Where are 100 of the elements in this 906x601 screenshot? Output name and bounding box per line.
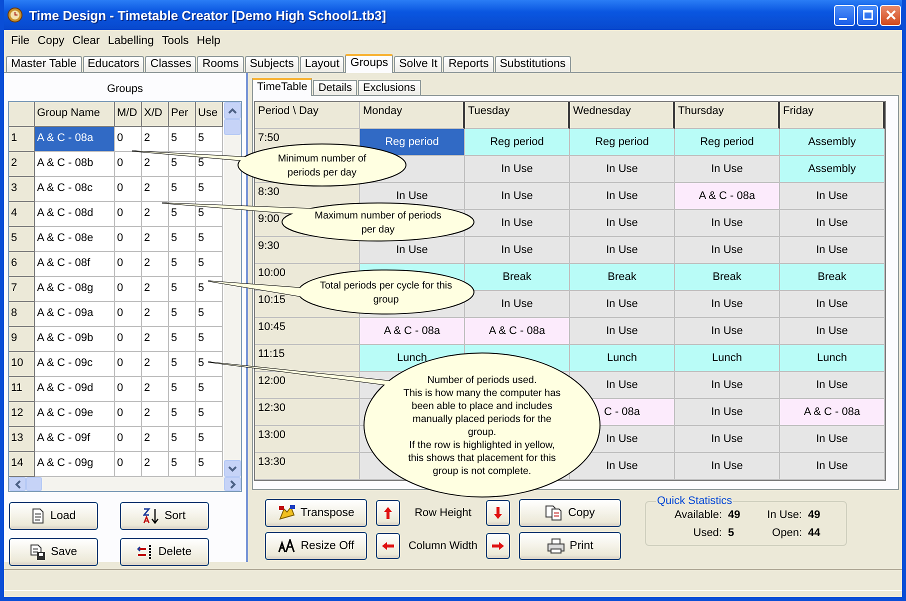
timetable-cell[interactable]: In Use (780, 237, 885, 264)
timetable-cell[interactable]: In Use (465, 183, 570, 210)
action-button[interactable]: Save (9, 538, 98, 566)
column-header[interactable]: M/D (115, 102, 142, 127)
timetable-cell[interactable]: In Use (675, 210, 780, 237)
timetable-cell[interactable]: In Use (780, 426, 885, 453)
column-header[interactable]: Tuesday (465, 102, 570, 129)
timetable-cell[interactable]: In Use (570, 210, 675, 237)
column-header[interactable]: Thursday (675, 102, 780, 129)
tab[interactable]: Substitutions (494, 56, 571, 72)
menu-item[interactable]: Tools (158, 35, 193, 47)
scroll-right-icon[interactable] (224, 477, 241, 491)
resize-button[interactable]: Resize Off (265, 532, 367, 560)
up-arrow-button[interactable] (376, 500, 400, 526)
scroll-thumb[interactable] (224, 119, 241, 135)
timetable-cell[interactable]: In Use (570, 453, 675, 480)
timetable-cell[interactable]: Assembly (780, 129, 885, 156)
timetable-cell[interactable]: In Use (675, 318, 780, 345)
scroll-left-icon[interactable] (9, 477, 26, 491)
timetable-cell[interactable]: In Use (570, 318, 675, 345)
timetable-cell[interactable]: Break (675, 264, 780, 291)
copy-button[interactable]: Copy (519, 499, 621, 527)
timetable-cell[interactable]: In Use (675, 237, 780, 264)
right-arrow-button[interactable] (486, 533, 510, 559)
transpose-button[interactable]: Transpose (265, 499, 367, 527)
action-button[interactable]: Delete (120, 538, 209, 566)
table-cell[interactable]: A & C - 09e (35, 402, 115, 427)
tab[interactable]: Master Table (6, 56, 82, 72)
column-header[interactable]: Group Name (35, 102, 115, 127)
table-cell[interactable]: A & C - 08d (35, 202, 115, 227)
close-button[interactable] (880, 4, 901, 26)
menu-item[interactable]: Help (192, 35, 224, 47)
timetable-cell[interactable]: In Use (780, 291, 885, 318)
timetable-cell[interactable]: Reg period (570, 129, 675, 156)
scroll-up-icon[interactable] (224, 102, 241, 119)
action-button[interactable]: Sort (120, 502, 209, 530)
table-cell[interactable]: A & C - 08a (35, 127, 115, 152)
column-header[interactable]: Wednesday (570, 102, 675, 129)
table-cell[interactable]: A & C - 08g (35, 277, 115, 302)
timetable-cell[interactable]: In Use (465, 291, 570, 318)
timetable-cell[interactable]: In Use (780, 372, 885, 399)
timetable-cell[interactable]: In Use (570, 237, 675, 264)
tab[interactable]: Reports (443, 56, 494, 72)
tab[interactable]: Rooms (197, 56, 244, 72)
timetable-cell[interactable]: In Use (780, 183, 885, 210)
column-header[interactable]: X/D (142, 102, 169, 127)
timetable-cell[interactable]: In Use (675, 291, 780, 318)
minimize-button[interactable] (834, 4, 855, 26)
timetable-cell[interactable]: In Use (570, 156, 675, 183)
menu-item[interactable]: Labelling (104, 35, 158, 47)
timetable-cell[interactable]: In Use (570, 291, 675, 318)
timetable-cell[interactable]: In Use (675, 156, 780, 183)
tab[interactable]: Details (313, 80, 357, 95)
horizontal-scrollbar[interactable] (9, 477, 241, 491)
timetable-cell[interactable]: In Use (465, 210, 570, 237)
column-header[interactable]: Friday (780, 102, 885, 129)
column-header[interactable]: Per (169, 102, 196, 127)
timetable-cell[interactable]: A & C - 08a (465, 318, 570, 345)
table-cell[interactable]: A & C - 08f (35, 252, 115, 277)
timetable-cell[interactable]: In Use (465, 156, 570, 183)
timetable-cell[interactable]: In Use (780, 318, 885, 345)
timetable-cell[interactable]: Lunch (675, 345, 780, 372)
table-cell[interactable]: A & C - 08b (35, 152, 115, 177)
action-button[interactable]: Load (9, 502, 98, 530)
tab[interactable]: Exclusions (358, 80, 421, 95)
timetable-cell[interactable]: In Use (780, 210, 885, 237)
table-cell[interactable]: A & C - 09f (35, 427, 115, 452)
timetable-cell[interactable]: Lunch (780, 345, 885, 372)
tab[interactable]: Layout (300, 56, 344, 72)
timetable-cell[interactable]: Break (570, 264, 675, 291)
table-cell[interactable]: A & C - 09b (35, 327, 115, 352)
timetable-cell[interactable]: Assembly (780, 156, 885, 183)
menu-item[interactable]: Copy (34, 35, 68, 47)
table-cell[interactable]: A & C - 09c (35, 352, 115, 377)
tab[interactable]: Groups (345, 54, 394, 73)
timetable-cell[interactable]: A & C - 08a (780, 399, 885, 426)
timetable-cell[interactable]: Lunch (570, 345, 675, 372)
timetable-cell[interactable]: In Use (675, 426, 780, 453)
timetable-cell[interactable]: In Use (570, 183, 675, 210)
timetable-cell[interactable]: In Use (675, 399, 780, 426)
tab[interactable]: Subjects (244, 56, 299, 72)
tab[interactable]: Educators (82, 56, 144, 72)
tab[interactable]: TimeTable (252, 78, 312, 96)
timetable-cell[interactable]: In Use (675, 453, 780, 480)
column-header[interactable]: Monday (360, 102, 465, 129)
scroll-down-icon[interactable] (224, 460, 241, 477)
timetable-cell[interactable]: In Use (780, 453, 885, 480)
menu-item[interactable]: Clear (68, 35, 104, 47)
timetable-cell[interactable]: In Use (465, 237, 570, 264)
tab[interactable]: Solve It (394, 56, 442, 72)
table-cell[interactable]: A & C - 09a (35, 302, 115, 327)
timetable-cell[interactable]: Break (465, 264, 570, 291)
timetable-cell[interactable]: A & C - 08a (360, 318, 465, 345)
menu-item[interactable]: File (7, 35, 34, 47)
timetable-cell[interactable]: In Use (570, 372, 675, 399)
maximize-button[interactable] (857, 4, 878, 26)
left-arrow-button[interactable] (376, 533, 400, 559)
table-cell[interactable]: A & C - 08c (35, 177, 115, 202)
scroll-thumb[interactable] (26, 477, 42, 491)
timetable-cell[interactable]: Reg period (465, 129, 570, 156)
